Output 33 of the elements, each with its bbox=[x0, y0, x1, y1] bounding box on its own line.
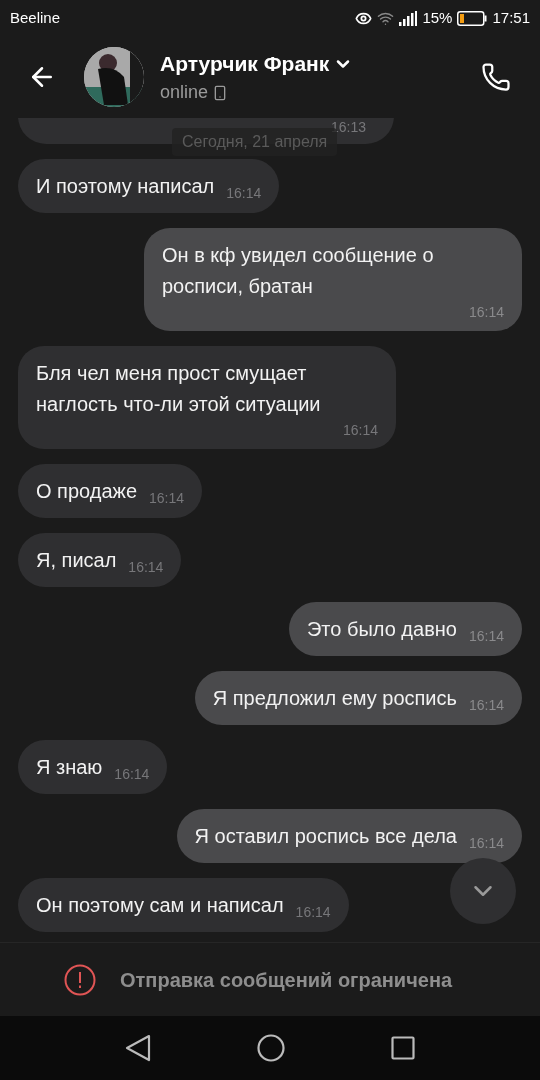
message-text: Он поэтому сам и написал bbox=[36, 893, 284, 918]
restriction-text: Отправка сообщений ограничена bbox=[120, 967, 453, 993]
message-time: 16:14 bbox=[128, 557, 164, 577]
message-text: Я предложил ему роспись bbox=[212, 686, 457, 711]
message-time: 16:14 bbox=[342, 421, 378, 440]
message-time: 16:14 bbox=[295, 902, 331, 922]
message-time: 16:14 bbox=[468, 695, 504, 715]
battery-percent: 15% bbox=[422, 7, 453, 28]
home-nav-icon[interactable] bbox=[257, 1034, 285, 1062]
message-text: И поэтому написал bbox=[36, 174, 215, 199]
carrier-name: Beeline bbox=[10, 7, 61, 28]
message-text: Я, писал bbox=[36, 548, 117, 573]
back-nav-icon[interactable] bbox=[125, 1034, 151, 1062]
message-time: 16:14 bbox=[149, 488, 185, 508]
message-time: 16:14 bbox=[468, 303, 504, 322]
message-time: 16:14 bbox=[468, 833, 504, 853]
clock: 17:51 bbox=[492, 7, 530, 28]
contact-name: Артурчик Франк bbox=[160, 50, 330, 77]
signal-icon bbox=[399, 10, 418, 26]
recents-nav-icon[interactable] bbox=[391, 1036, 415, 1060]
message-text: Это было давно bbox=[306, 617, 457, 642]
alert-icon bbox=[64, 963, 96, 996]
message-time: 16:14 bbox=[114, 764, 150, 784]
message-text: О продаже bbox=[36, 479, 138, 504]
message-text: Бля чел меня прост смущает наглость что-ли этой ситуации bbox=[36, 361, 322, 417]
message-text: Он в кф увидел сообщение о росписи, братан bbox=[162, 243, 435, 299]
online-status: online bbox=[160, 81, 209, 105]
message-time: 16:14 bbox=[468, 626, 504, 646]
date-pill: Сегодня, 21 апреля bbox=[172, 128, 338, 156]
message-time: 16:14 bbox=[226, 183, 262, 203]
battery-icon bbox=[457, 10, 488, 26]
message-text: Я оставил роспись все дела bbox=[194, 824, 457, 849]
message-text: Я знаю bbox=[36, 755, 103, 780]
